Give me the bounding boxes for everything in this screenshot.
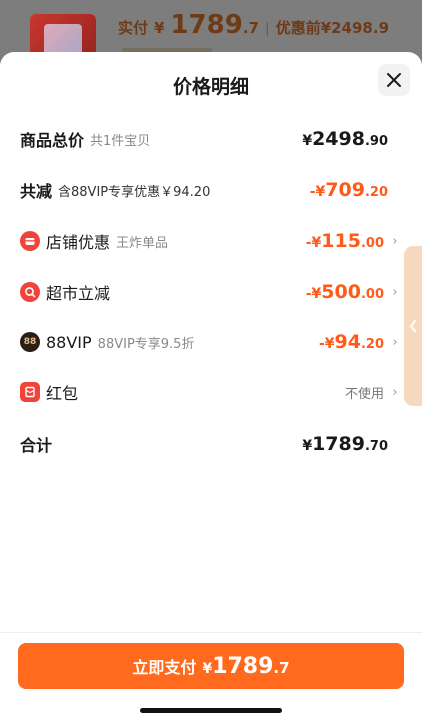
chevron-left-icon <box>410 320 416 332</box>
total-discount-label: 共减 <box>20 182 53 201</box>
background-price-row: 实付 ¥ 1789.7 | 优惠前¥2498.9 <box>118 10 389 40</box>
sum-label: 合计 <box>20 436 53 455</box>
pay-now-amount: ¥1789.7 <box>202 653 290 679</box>
shop-discount-label: 店铺优惠 <box>46 233 111 252</box>
original-price: 优惠前¥2498.9 <box>275 19 390 37</box>
vip-discount-amount: -¥ 94.20 <box>318 331 384 353</box>
supermarket-icon <box>20 282 40 302</box>
row-goods-total: 商品总价 共1件宝贝 ¥2498.90 <box>20 124 400 154</box>
shop-discount-tag: 王炸单品 <box>116 235 169 251</box>
price-separator: | <box>264 21 270 37</box>
shop-discount-amount: -¥ 115.00 <box>305 230 384 252</box>
goods-total-amount: ¥2498.90 <box>302 128 388 150</box>
sum-amount: ¥1789.70 <box>302 433 388 455</box>
chevron-right-icon: › <box>392 233 398 249</box>
side-expand-tab[interactable] <box>404 246 422 406</box>
red-packet-label: 红包 <box>46 384 79 403</box>
row-88vip-discount[interactable]: 88 88VIP 88VIP专享9.5折 -¥ 94.20 › <box>20 327 400 357</box>
paid-label: 实付 <box>118 19 149 37</box>
88vip-icon: 88 <box>20 332 40 352</box>
row-supermarket-discount[interactable]: 超市立减 -¥ 500.00 › <box>20 277 400 307</box>
total-discount-note: 含88VIP专享优惠￥94.20 <box>58 184 211 200</box>
close-icon <box>387 73 401 87</box>
vip-discount-label: 88VIP <box>46 332 92 352</box>
paid-currency: ¥ <box>154 19 165 37</box>
goods-total-count: 共1件宝贝 <box>90 133 151 149</box>
supermarket-discount-label: 超市立减 <box>46 284 111 303</box>
row-sum: 合计 ¥1789.70 <box>20 429 400 459</box>
shop-icon <box>20 231 40 251</box>
close-button[interactable] <box>378 64 410 96</box>
chevron-right-icon: › <box>392 384 398 400</box>
red-packet-value: 不使用 <box>344 386 384 402</box>
sheet-title: 价格明细 <box>172 76 249 98</box>
paid-decimal: .7 <box>242 19 259 37</box>
total-discount-amount: -¥ 709.20 <box>309 179 388 201</box>
red-packet-icon <box>20 382 40 402</box>
vip-discount-note: 88VIP专享9.5折 <box>97 336 195 352</box>
paid-integer: 1789 <box>170 10 243 40</box>
chevron-right-icon: › <box>392 334 398 350</box>
row-total-discount: 共减 含88VIP专享优惠￥94.20 -¥ 709.20 <box>20 175 400 205</box>
goods-total-label: 商品总价 <box>20 131 85 150</box>
supermarket-discount-amount: -¥ 500.00 <box>305 281 384 303</box>
chevron-right-icon: › <box>392 284 398 300</box>
bottom-pay-bar: 立即支付 ¥1789.7 <box>0 632 422 720</box>
home-indicator <box>140 708 282 713</box>
row-shop-discount[interactable]: 店铺优惠 王炸单品 -¥ 115.00 › <box>20 226 400 256</box>
row-red-packet[interactable]: 红包 不使用 › <box>20 377 400 407</box>
pay-now-button[interactable]: 立即支付 ¥1789.7 <box>18 643 404 689</box>
pay-now-label: 立即支付 <box>132 658 197 677</box>
price-detail-sheet: 价格明细 商品总价 共1件宝贝 ¥2498.90 共减 含88VIP专享优惠￥9… <box>0 52 422 720</box>
